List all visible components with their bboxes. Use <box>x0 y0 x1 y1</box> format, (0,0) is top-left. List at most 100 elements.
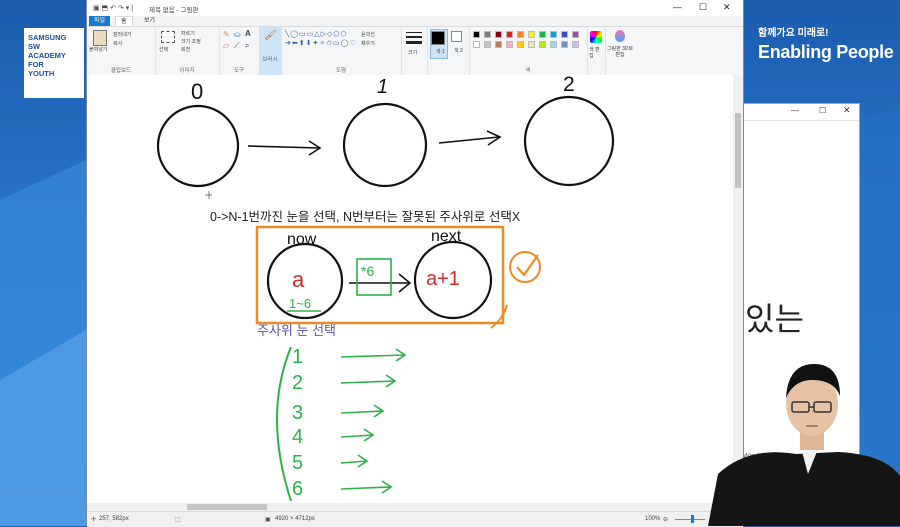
color2-button[interactable] <box>451 31 462 42</box>
color-swatch[interactable] <box>550 41 557 48</box>
cursor-position: 257, 582px <box>99 516 129 522</box>
dice-face-4: 4 <box>292 426 303 448</box>
color-swatch[interactable] <box>572 41 579 48</box>
background-window-titlebar[interactable]: — ☐ ✕ <box>743 104 859 121</box>
checkmark <box>516 254 539 277</box>
state-circle-1 <box>342 102 428 188</box>
minimize-icon[interactable]: — <box>791 106 799 115</box>
vertical-scroll-thumb[interactable] <box>735 113 741 188</box>
color-swatch[interactable] <box>539 31 546 38</box>
color-swatch[interactable] <box>506 31 513 38</box>
checkmark-circle <box>509 251 541 283</box>
color-swatch[interactable] <box>484 41 491 48</box>
paint3d-icon[interactable] <box>615 30 625 42</box>
paint-window[interactable]: ▣ ⬒ ↶ ↷ ▾ | 제목 없음 - 그림판 — ☐ ✕ 파일 홈 보기 붙여… <box>86 0 744 527</box>
state-circle-2 <box>523 95 615 187</box>
tab-file[interactable]: 파일 <box>89 16 111 26</box>
edit-colors-button[interactable]: 색 편집 <box>589 47 603 59</box>
select-icon[interactable] <box>161 31 175 43</box>
pencil-icon[interactable]: ✎ <box>223 30 230 39</box>
color-swatch[interactable] <box>528 41 535 48</box>
copy-button[interactable]: 복사 <box>113 40 122 47</box>
color1-button[interactable]: 색 1 <box>430 29 448 59</box>
zoom-level: 100% <box>645 516 661 522</box>
color-swatch[interactable] <box>572 31 579 38</box>
arrow-0-1 <box>247 145 320 149</box>
state-label-2: 2 <box>563 75 575 96</box>
dice-arrow <box>340 434 374 438</box>
quick-access-icons[interactable]: ▣ ⬒ ↶ ↷ ▾ | <box>93 4 133 12</box>
brush-icon[interactable]: 🖌 <box>264 30 277 41</box>
dice-face-1: 1 <box>292 346 303 368</box>
edge-label: *6 <box>361 263 374 279</box>
close-icon[interactable]: ✕ <box>723 2 731 13</box>
instruction-text: 0->N-1번까진 눈을 선택, N번부터는 잘못된 주사위로 선택X <box>210 210 521 224</box>
clipboard-label: 클립보드 <box>110 68 132 74</box>
shapes-gallery[interactable]: ╲◯▭▭△▷◇⬠⬡ <box>285 30 348 38</box>
paste-button[interactable]: 붙여넣기 <box>89 46 107 53</box>
arrow-1-2 <box>438 136 500 144</box>
fill-button[interactable]: 채우기 <box>361 40 375 47</box>
shapes-label: 도형 <box>335 68 347 74</box>
zoom-slider[interactable] <box>675 519 705 520</box>
magnifier-icon[interactable]: ⌕ <box>245 41 249 51</box>
brushes-group[interactable]: 🖌 브러시 <box>259 27 282 75</box>
zoom-slider-thumb[interactable] <box>691 515 694 523</box>
academy-logo: SAMSUNG SW ACADEMY FOR YOUTH <box>24 28 84 98</box>
canvas-drawing[interactable]: 0 1 2 now next a 1~6 a+1 *6 123456 <box>87 75 733 511</box>
color-swatch[interactable] <box>495 41 502 48</box>
color-swatch[interactable] <box>517 31 524 38</box>
color-swatch[interactable] <box>495 31 502 38</box>
node-a-range: 1~6 <box>289 296 311 311</box>
rotate-button[interactable]: 회전 <box>181 46 190 53</box>
paint3d-group[interactable]: 그림판 3D로 편집 <box>605 27 635 75</box>
drawing-canvas[interactable]: 0 1 2 now next a 1~6 a+1 *6 123456 0->N-… <box>87 75 733 511</box>
crop-button[interactable]: 자르기 <box>181 30 195 37</box>
close-icon[interactable]: ✕ <box>843 105 851 116</box>
color-swatch[interactable] <box>539 41 546 48</box>
color-swatch[interactable] <box>561 31 568 38</box>
colors-label: 색 <box>525 68 531 74</box>
slogan-small: 함께가요 미래로! <box>758 28 829 39</box>
horizontal-scroll-thumb[interactable] <box>187 504 267 510</box>
window-title: 제목 없음 - 그림판 <box>149 7 199 14</box>
cut-button[interactable]: 잘라내기 <box>113 31 131 38</box>
text-icon[interactable]: A <box>245 29 251 38</box>
color-swatch[interactable] <box>473 31 480 38</box>
active-colors: 색 1 색 2 <box>427 27 470 75</box>
edit-colors-icon[interactable] <box>590 31 602 43</box>
image-group: 선택 자르기 크기 조정 회전 이미지 <box>155 27 220 75</box>
ribbon: 붙여넣기 잘라내기 복사 클립보드 선택 자르기 크기 조정 회전 이미지 ✎ … <box>87 26 743 76</box>
minimize-icon[interactable]: — <box>673 2 682 12</box>
color-swatch[interactable] <box>506 41 513 48</box>
select-button[interactable]: 선택 <box>159 46 168 53</box>
resize-button[interactable]: 크기 조정 <box>181 38 201 45</box>
maximize-icon[interactable]: ☐ <box>819 106 826 115</box>
cursor-icon: ✛ <box>91 517 97 523</box>
zoom-out-icon[interactable]: ⊖ <box>663 516 668 523</box>
color-swatch[interactable] <box>550 31 557 38</box>
state-label-1: 1 <box>377 76 388 98</box>
paint3d-button[interactable]: 그림판 3D로 편집 <box>606 46 634 58</box>
size-button[interactable]: 크기 <box>408 49 417 56</box>
color-swatch[interactable] <box>561 41 568 48</box>
eraser-icon[interactable]: ▱ <box>223 41 229 50</box>
tab-view[interactable]: 보기 <box>139 16 160 26</box>
color-picker-icon[interactable]: ⟋ <box>234 41 240 51</box>
color-swatch[interactable] <box>484 31 491 38</box>
paste-icon[interactable] <box>93 30 107 46</box>
selection-icon: ⬚ <box>175 517 181 523</box>
edit-colors-group[interactable]: 색 편집 <box>587 27 606 75</box>
size-group[interactable]: 크기 <box>401 27 428 75</box>
color-swatch[interactable] <box>473 41 480 48</box>
color-swatch[interactable] <box>528 31 535 38</box>
fill-icon[interactable]: ⛀ <box>234 30 241 39</box>
color-swatch[interactable] <box>517 41 524 48</box>
ribbon-tabs: 파일 홈 보기 <box>87 16 743 27</box>
maximize-icon[interactable]: ☐ <box>699 2 707 13</box>
outline-button[interactable]: 윤곽선 <box>361 31 375 38</box>
color-palette: 색 <box>469 27 588 75</box>
shapes-gallery-row2[interactable]: ➔⬅⬆⬇✦✧✩▭◯♡ <box>285 39 357 47</box>
tools-group: ✎ ⛀ A ▱ ⟋ ⌕ 도구 <box>219 27 260 75</box>
horizontal-scrollbar[interactable] <box>87 503 733 511</box>
